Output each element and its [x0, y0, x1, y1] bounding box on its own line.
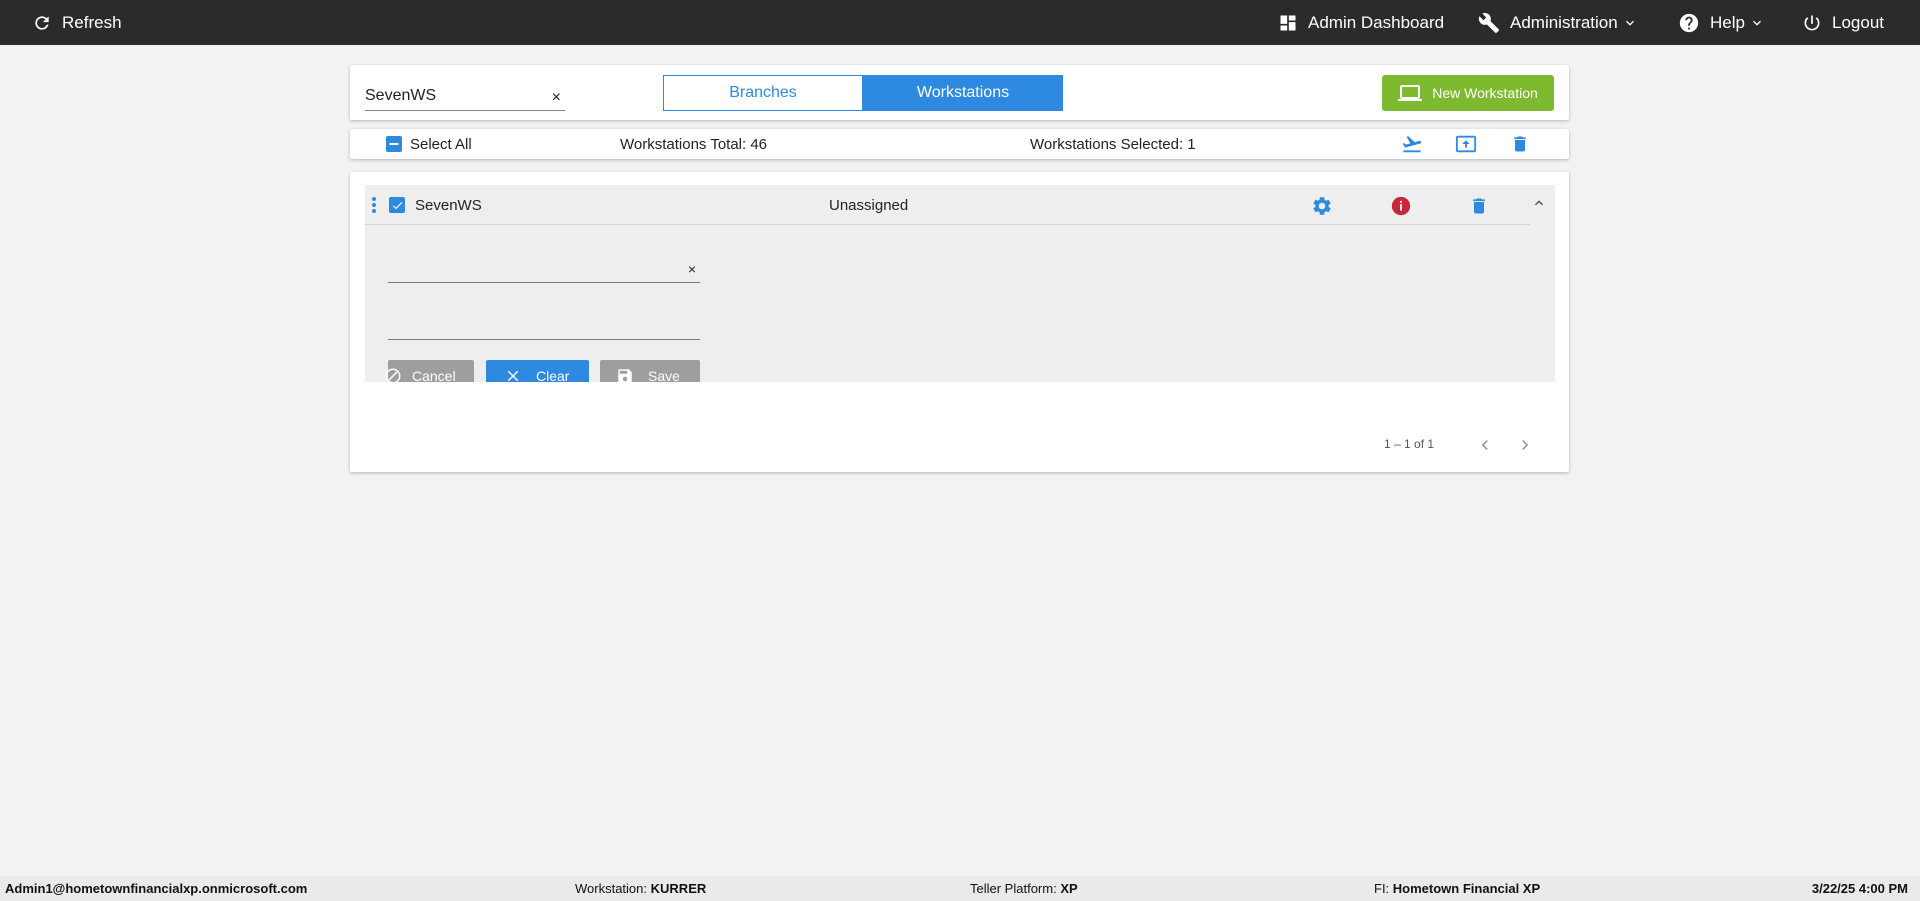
- branch-input[interactable]: [388, 256, 678, 282]
- footer-user: Admin1@hometownfinancialxp.onmicrosoft.c…: [5, 881, 308, 896]
- cancel-label: Cancel: [412, 368, 456, 382]
- help-label: Help: [1710, 12, 1745, 32]
- workstation-settings-button[interactable]: [1310, 194, 1334, 218]
- trash-icon: [1514, 136, 1526, 152]
- refresh-label: Refresh: [62, 12, 122, 32]
- select-all-checkbox[interactable]: [386, 136, 402, 152]
- workstation-select[interactable]: SevenWS: [389, 185, 482, 225]
- top-navigation-bar: Refresh Admin Dashboard Administration H…: [0, 0, 1920, 45]
- administration-label: Administration: [1510, 12, 1618, 32]
- search-clear-button[interactable]: ×: [552, 89, 561, 107]
- laptop-icon: [1398, 85, 1423, 101]
- delete-selected-button[interactable]: [1508, 132, 1532, 156]
- pagination-range: 1 – 1 of 1: [1384, 437, 1435, 451]
- save-button[interactable]: Save: [600, 360, 700, 382]
- upload-screen-icon: [1455, 135, 1477, 153]
- footer-platform: Teller Platform: XP: [970, 881, 1078, 896]
- workstation-row-header[interactable]: SevenWS Unassigned: [365, 185, 1530, 225]
- branch-clear-button[interactable]: ×: [688, 261, 696, 277]
- upload-button[interactable]: [1454, 132, 1478, 156]
- gear-icon: [1313, 197, 1331, 215]
- logout-button[interactable]: Logout: [1802, 0, 1884, 45]
- notes-field: [388, 313, 700, 340]
- close-icon: [507, 370, 519, 382]
- cancel-button[interactable]: Cancel: [385, 360, 474, 382]
- chevron-down-icon: [1625, 20, 1634, 26]
- workstations-total: Workstations Total: 46: [620, 135, 768, 153]
- administration-menu[interactable]: Administration: [1478, 0, 1638, 45]
- wrench-icon: [1478, 12, 1500, 33]
- branch-field: ×: [388, 256, 700, 283]
- workstation-row-expanded: SevenWS Unassigned × Cancel Clear Save: [365, 185, 1555, 382]
- workstation-info-button[interactable]: [1389, 194, 1413, 218]
- floppy-disk-icon: [618, 369, 632, 382]
- notes-input[interactable]: [388, 313, 678, 339]
- workstation-delete-button[interactable]: [1467, 194, 1491, 218]
- workstation-checkbox[interactable]: [389, 197, 405, 213]
- admin-dashboard-link[interactable]: Admin Dashboard: [1278, 0, 1444, 45]
- trash-icon: [1473, 198, 1485, 214]
- selection-bar: Select All Workstations Total: 46 Workst…: [350, 129, 1569, 159]
- search-field: ×: [365, 83, 565, 111]
- new-workstation-label: New Workstation: [1432, 85, 1538, 101]
- clear-button[interactable]: Clear: [486, 360, 589, 382]
- minus-icon: [389, 143, 399, 145]
- footer-fi: FI: Hometown Financial XP: [1374, 881, 1541, 896]
- refresh-icon: [35, 15, 49, 30]
- refresh-button[interactable]: Refresh: [32, 0, 122, 45]
- workstation-status: Unassigned: [829, 196, 909, 214]
- collapse-row-button[interactable]: [1531, 195, 1547, 211]
- clear-label: Clear: [536, 368, 570, 382]
- info-icon: [1391, 196, 1411, 216]
- status-footer: Admin1@hometownfinancialxp.onmicrosoft.c…: [0, 876, 1920, 901]
- more-vertical-icon: [372, 197, 376, 213]
- new-workstation-button[interactable]: New Workstation: [1382, 75, 1554, 111]
- transfer-button[interactable]: [1400, 132, 1424, 156]
- cancel-icon: [385, 368, 401, 382]
- airplane-takeoff-icon: [1402, 136, 1422, 153]
- footer-datetime: 3/22/25 4:00 PM: [1811, 881, 1908, 896]
- power-icon: [1804, 15, 1820, 30]
- help-circle-icon: [1679, 13, 1699, 32]
- help-menu[interactable]: Help: [1678, 0, 1765, 45]
- row-menu-button[interactable]: [369, 195, 379, 215]
- select-all-control[interactable]: Select All: [386, 129, 472, 159]
- admin-dashboard-label: Admin Dashboard: [1308, 12, 1445, 32]
- chevron-left-icon: [1481, 440, 1488, 450]
- logout-label: Logout: [1832, 12, 1884, 32]
- select-all-label: Select All: [410, 135, 472, 153]
- prev-page-button[interactable]: [1475, 435, 1495, 455]
- tab-workstations[interactable]: Workstations: [863, 75, 1063, 111]
- chevron-up-icon: [1535, 200, 1543, 206]
- dashboard-icon: [1280, 15, 1296, 30]
- view-toggle: Branches Workstations: [663, 75, 1063, 111]
- chevron-down-icon: [1752, 20, 1761, 26]
- footer-workstation: Workstation: KURRER: [575, 881, 707, 896]
- tab-branches[interactable]: Branches: [663, 75, 863, 111]
- next-page-button[interactable]: [1515, 435, 1535, 455]
- search-toolbar-card: × Branches Workstations New Workstation: [350, 65, 1569, 120]
- workstations-selected: Workstations Selected: 1: [1030, 135, 1196, 153]
- search-input[interactable]: [365, 83, 535, 109]
- workstation-name: SevenWS: [415, 196, 482, 214]
- chevron-right-icon: [1522, 440, 1529, 450]
- check-icon: [392, 201, 402, 209]
- save-label: Save: [648, 368, 680, 382]
